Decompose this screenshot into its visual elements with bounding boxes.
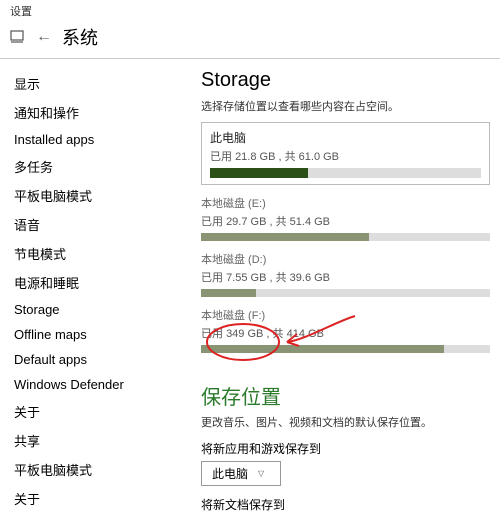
home-icon[interactable] xyxy=(10,29,26,46)
sidebar-item-tablet2[interactable]: 平板电脑模式 xyxy=(0,455,185,484)
window-titlebar: 设置 xyxy=(0,0,500,22)
sidebar-item-default-apps[interactable]: Default apps xyxy=(0,347,185,372)
drive-info: 已用 29.7 GB , 共 51.4 GB xyxy=(201,213,490,229)
usage-bar xyxy=(201,345,490,353)
sidebar-item-notifications[interactable]: 通知和操作 xyxy=(0,98,185,127)
sidebar-item-power[interactable]: 电源和睡眠 xyxy=(0,268,185,297)
save-apps-select[interactable]: 此电脑 ▽ xyxy=(201,461,281,486)
drive-info: 已用 21.8 GB , 共 61.0 GB xyxy=(210,148,481,164)
sidebar-item-storage[interactable]: Storage xyxy=(0,297,185,322)
sidebar-item-defender[interactable]: Windows Defender xyxy=(0,372,185,397)
field-label: 将新文档保存到 xyxy=(201,496,490,513)
sidebar: 显示 通知和操作 Installed apps 多任务 平板电脑模式 语音 节电… xyxy=(0,59,185,513)
save-location-heading: 保存位置 xyxy=(201,381,281,410)
sidebar-item-display[interactable]: 显示 xyxy=(0,69,185,98)
sidebar-item-installed-apps[interactable]: Installed apps xyxy=(0,127,185,152)
sidebar-item-voice[interactable]: 语音 xyxy=(0,210,185,239)
drive-f[interactable]: 本地磁盘 (F:) 已用 349 GB , 共 414 GB xyxy=(201,307,490,353)
main: Storage 选择存储位置以查看哪些内容在占空间。 此电脑 已用 21.8 G… xyxy=(185,59,500,513)
sidebar-item-about[interactable]: 关于 xyxy=(0,397,185,426)
sidebar-item-about2[interactable]: 关于 xyxy=(0,484,185,513)
field-label: 将新应用和游戏保存到 xyxy=(201,440,490,457)
header: ← 系统 xyxy=(0,22,500,59)
page-title: 系统 xyxy=(62,24,98,50)
save-docs-field: 将新文档保存到 此电脑 ▽ xyxy=(201,496,490,513)
content: 显示 通知和操作 Installed apps 多任务 平板电脑模式 语音 节电… xyxy=(0,59,500,513)
select-value: 此电脑 xyxy=(212,465,248,482)
usage-bar xyxy=(210,168,481,178)
storage-desc: 选择存储位置以查看哪些内容在占空间。 xyxy=(201,98,490,114)
sidebar-item-tablet[interactable]: 平板电脑模式 xyxy=(0,181,185,210)
drive-name: 本地磁盘 (E:) xyxy=(201,195,490,211)
drive-e[interactable]: 本地磁盘 (E:) 已用 29.7 GB , 共 51.4 GB xyxy=(201,195,490,241)
drive-name: 本地磁盘 (F:) xyxy=(201,307,490,323)
save-location-desc: 更改音乐、图片、视频和文档的默认保存位置。 xyxy=(201,414,490,430)
usage-bar xyxy=(201,233,490,241)
save-apps-field: 将新应用和游戏保存到 此电脑 ▽ xyxy=(201,440,490,486)
drive-info: 已用 7.55 GB , 共 39.6 GB xyxy=(201,269,490,285)
sidebar-item-offline-maps[interactable]: Offline maps xyxy=(0,322,185,347)
sidebar-item-share[interactable]: 共享 xyxy=(0,426,185,455)
sidebar-item-multitask[interactable]: 多任务 xyxy=(0,152,185,181)
drive-this-pc[interactable]: 此电脑 已用 21.8 GB , 共 61.0 GB xyxy=(201,122,490,185)
chevron-down-icon: ▽ xyxy=(258,469,264,478)
sidebar-item-battery[interactable]: 节电模式 xyxy=(0,239,185,268)
drive-name: 此电脑 xyxy=(210,129,481,146)
drive-d[interactable]: 本地磁盘 (D:) 已用 7.55 GB , 共 39.6 GB xyxy=(201,251,490,297)
usage-bar xyxy=(201,289,490,297)
drive-name: 本地磁盘 (D:) xyxy=(201,251,490,267)
drive-info: 已用 349 GB , 共 414 GB xyxy=(201,325,490,341)
storage-heading: Storage xyxy=(201,69,490,92)
back-button[interactable]: ← xyxy=(36,28,52,46)
